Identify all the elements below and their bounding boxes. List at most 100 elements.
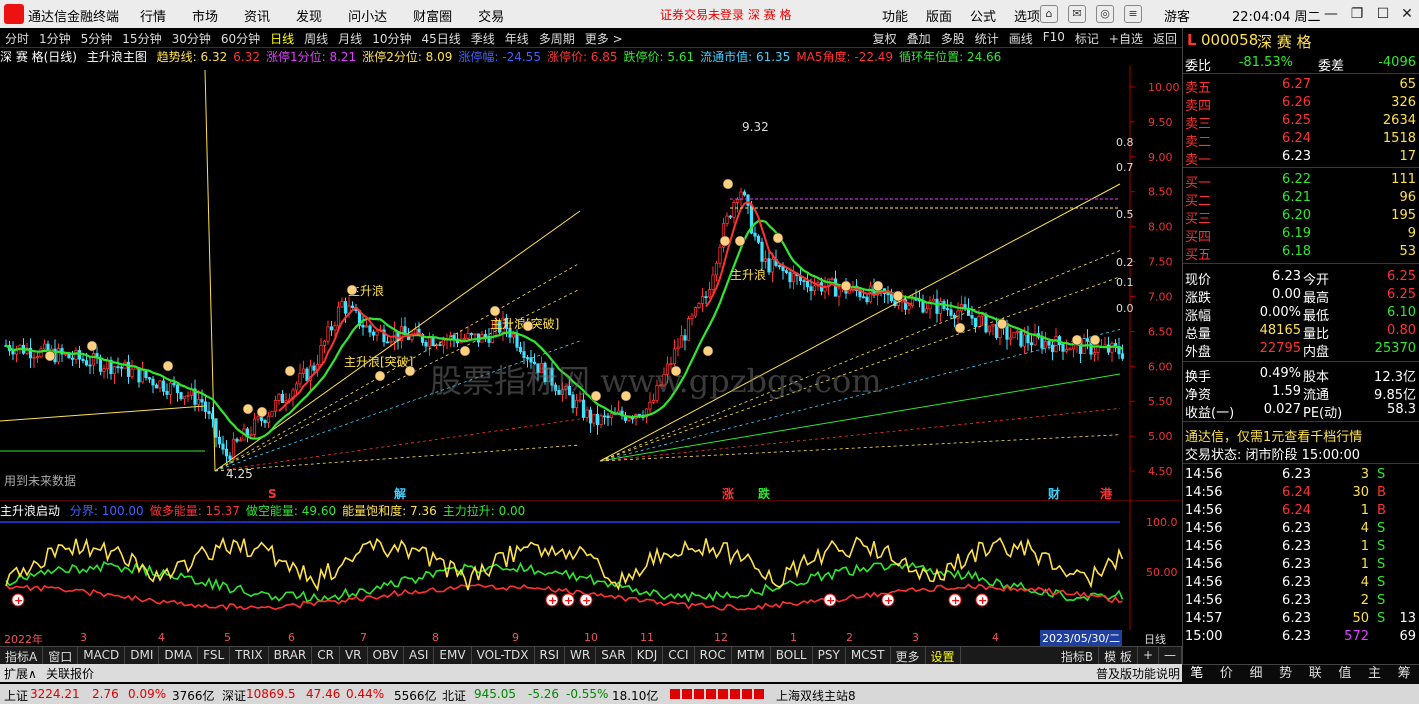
toolbar-button[interactable]: 统计 — [970, 28, 1004, 47]
period-tab[interactable]: 45日线 — [416, 28, 465, 47]
period-tab[interactable]: 5分钟 — [76, 28, 118, 47]
toolbar-button[interactable]: 返回 — [1148, 28, 1182, 47]
signal-plus: + — [582, 594, 591, 607]
menu2-item[interactable]: 公式 — [970, 6, 996, 25]
quote-tab[interactable]: 笔 — [1182, 665, 1212, 684]
indicator-tab[interactable]: CCI — [663, 647, 695, 664]
candle-body — [245, 428, 250, 436]
maximize-button[interactable]: ☐ — [1372, 4, 1394, 24]
menu-item[interactable]: 交易 — [478, 6, 504, 25]
indicator-tab[interactable]: BOLL — [771, 647, 813, 664]
user-label[interactable]: 游客 — [1164, 6, 1190, 25]
buy-signal-icon: + — [11, 593, 25, 607]
indicator-tab[interactable]: VR — [340, 647, 368, 664]
menu2-item[interactable]: 选项 — [1014, 6, 1040, 25]
quote-tab[interactable]: 主 — [1360, 665, 1390, 684]
menu-item[interactable]: 问小达 — [348, 6, 387, 25]
toolbar-button[interactable]: F10 — [1038, 28, 1070, 47]
news-icon[interactable]: ≡ — [1124, 5, 1142, 23]
quote-tab[interactable]: 细 — [1241, 665, 1271, 684]
period-tab[interactable]: 年线 — [500, 28, 534, 47]
period-tab[interactable]: 更多 > — [580, 28, 628, 47]
toolbar-button[interactable]: 叠加 — [902, 28, 936, 47]
clock: 22:04:04 周二 — [1232, 10, 1321, 25]
sub-indicator-chart[interactable]: 100.0 50.00 + + + + + + + + — [0, 500, 1182, 632]
hand-icon-shape — [1071, 334, 1083, 346]
indicator-tab[interactable]: FSL — [198, 647, 231, 664]
sub-indicator-title[interactable]: 主升浪启动 — [0, 504, 60, 518]
period-tab[interactable]: 月线 — [333, 28, 367, 47]
tick-volume: 1 — [1360, 557, 1369, 572]
tick-volume: 2 — [1360, 593, 1369, 608]
login-warning[interactable]: 证券交易未登录 深 赛 格 — [660, 6, 791, 23]
indicator-tab[interactable]: PSY — [813, 647, 846, 664]
indicator-tab[interactable]: 窗口 — [43, 647, 79, 664]
indicator-tab[interactable]: SAR — [596, 647, 632, 664]
indicator-tab[interactable]: VOL-TDX — [472, 647, 535, 664]
menu2-item[interactable]: 版面 — [926, 6, 952, 25]
candle-body — [1064, 349, 1069, 352]
indicator-tab[interactable]: 指标A — [0, 647, 44, 664]
quote-tab[interactable]: 价 — [1212, 665, 1242, 684]
quote-tab[interactable]: 筹 — [1389, 665, 1419, 684]
kline-chart[interactable]: 10.00 9.50 9.00 8.50 8.00 7.50 7.00 6.50 6.00 5.5… — [0, 66, 1182, 506]
indicator-tab[interactable]: 设置 — [926, 647, 961, 664]
lock-icon[interactable]: ⌂ — [1040, 5, 1058, 23]
menu-item[interactable]: 行情 — [140, 6, 166, 25]
menu-item[interactable]: 发现 — [296, 6, 322, 25]
quote-tab[interactable]: 联 — [1301, 665, 1331, 684]
indicator-tab-right[interactable]: — — [1159, 647, 1182, 664]
message-icon[interactable]: ◎ — [1096, 5, 1114, 23]
indicator-tab[interactable]: TRIX — [230, 647, 269, 664]
feature-help[interactable]: 普及版功能说明 — [1096, 665, 1180, 682]
indicator-tab[interactable]: MCST — [846, 647, 891, 664]
minimize-button[interactable]: — — [1320, 4, 1342, 24]
indicator-tab[interactable]: CR — [312, 647, 340, 664]
menu-item[interactable]: 财富圈 — [413, 6, 452, 25]
period-tab[interactable]: 1分钟 — [34, 28, 76, 47]
toolbar-button[interactable]: 多股 — [936, 28, 970, 47]
formula-name[interactable]: 主升浪主图 — [87, 50, 147, 64]
menu2-item[interactable]: 功能 — [882, 6, 908, 25]
indicator-tab[interactable]: MACD — [78, 647, 126, 664]
indicator-tab[interactable]: KDJ — [632, 647, 664, 664]
quote-tab[interactable]: 值 — [1330, 665, 1360, 684]
toolbar-button[interactable]: 画线 — [1004, 28, 1038, 47]
indicator-tab[interactable]: OBV — [368, 647, 405, 664]
candle-body — [686, 318, 691, 341]
indicator-tab[interactable]: 更多 — [891, 647, 926, 664]
indicator-tab[interactable]: WR — [565, 647, 597, 664]
indicator-tab[interactable]: ROC — [695, 647, 732, 664]
indicator-tab-right[interactable]: 模 板 — [1099, 647, 1138, 664]
quote-tab[interactable]: 势 — [1271, 665, 1301, 684]
menu-item[interactable]: 资讯 — [244, 6, 270, 25]
period-tab[interactable]: 10分钟 — [367, 28, 416, 47]
period-tab[interactable]: 日线 — [265, 28, 299, 47]
indicator-tab[interactable]: ASI — [404, 647, 435, 664]
expand-tab[interactable]: 扩展∧ — [4, 665, 37, 682]
period-tab[interactable]: 多周期 — [534, 28, 580, 47]
period-tab[interactable]: 15分钟 — [117, 28, 166, 47]
indicator-tab[interactable]: DMI — [125, 647, 160, 664]
indicator-tab[interactable]: BRAR — [269, 647, 313, 664]
indicator-tab-right[interactable]: 指标B — [1056, 647, 1100, 664]
mail-icon[interactable]: ✉ — [1068, 5, 1086, 23]
period-tab[interactable]: 季线 — [466, 28, 500, 47]
close-button[interactable]: ✕ — [1396, 4, 1418, 24]
toolbar-button[interactable]: 标记 — [1070, 28, 1104, 47]
indicator-tab[interactable]: DMA — [159, 647, 199, 664]
period-tab[interactable]: 分时 — [0, 28, 34, 47]
indicator-tab[interactable]: EMV — [434, 647, 472, 664]
period-tab[interactable]: 30分钟 — [167, 28, 216, 47]
indicator-tab[interactable]: MTM — [732, 647, 771, 664]
indicator-tab-right[interactable]: + — [1138, 647, 1159, 664]
toolbar-button[interactable]: +自选 — [1104, 28, 1148, 47]
title-bar: 通达信金融终端 行情 市场 资讯 发现 问小达 财富圈 交易 证券交易未登录 深 赛 格 功… — [0, 0, 1419, 28]
expand-tab[interactable]: 关联报价 — [46, 665, 94, 682]
period-tab[interactable]: 60分钟 — [216, 28, 265, 47]
indicator-tab[interactable]: RSI — [535, 647, 566, 664]
toolbar-button[interactable]: 复权 — [868, 28, 902, 47]
menu-item[interactable]: 市场 — [192, 6, 218, 25]
restore-button[interactable]: ❐ — [1346, 4, 1368, 24]
period-tab[interactable]: 周线 — [299, 28, 333, 47]
